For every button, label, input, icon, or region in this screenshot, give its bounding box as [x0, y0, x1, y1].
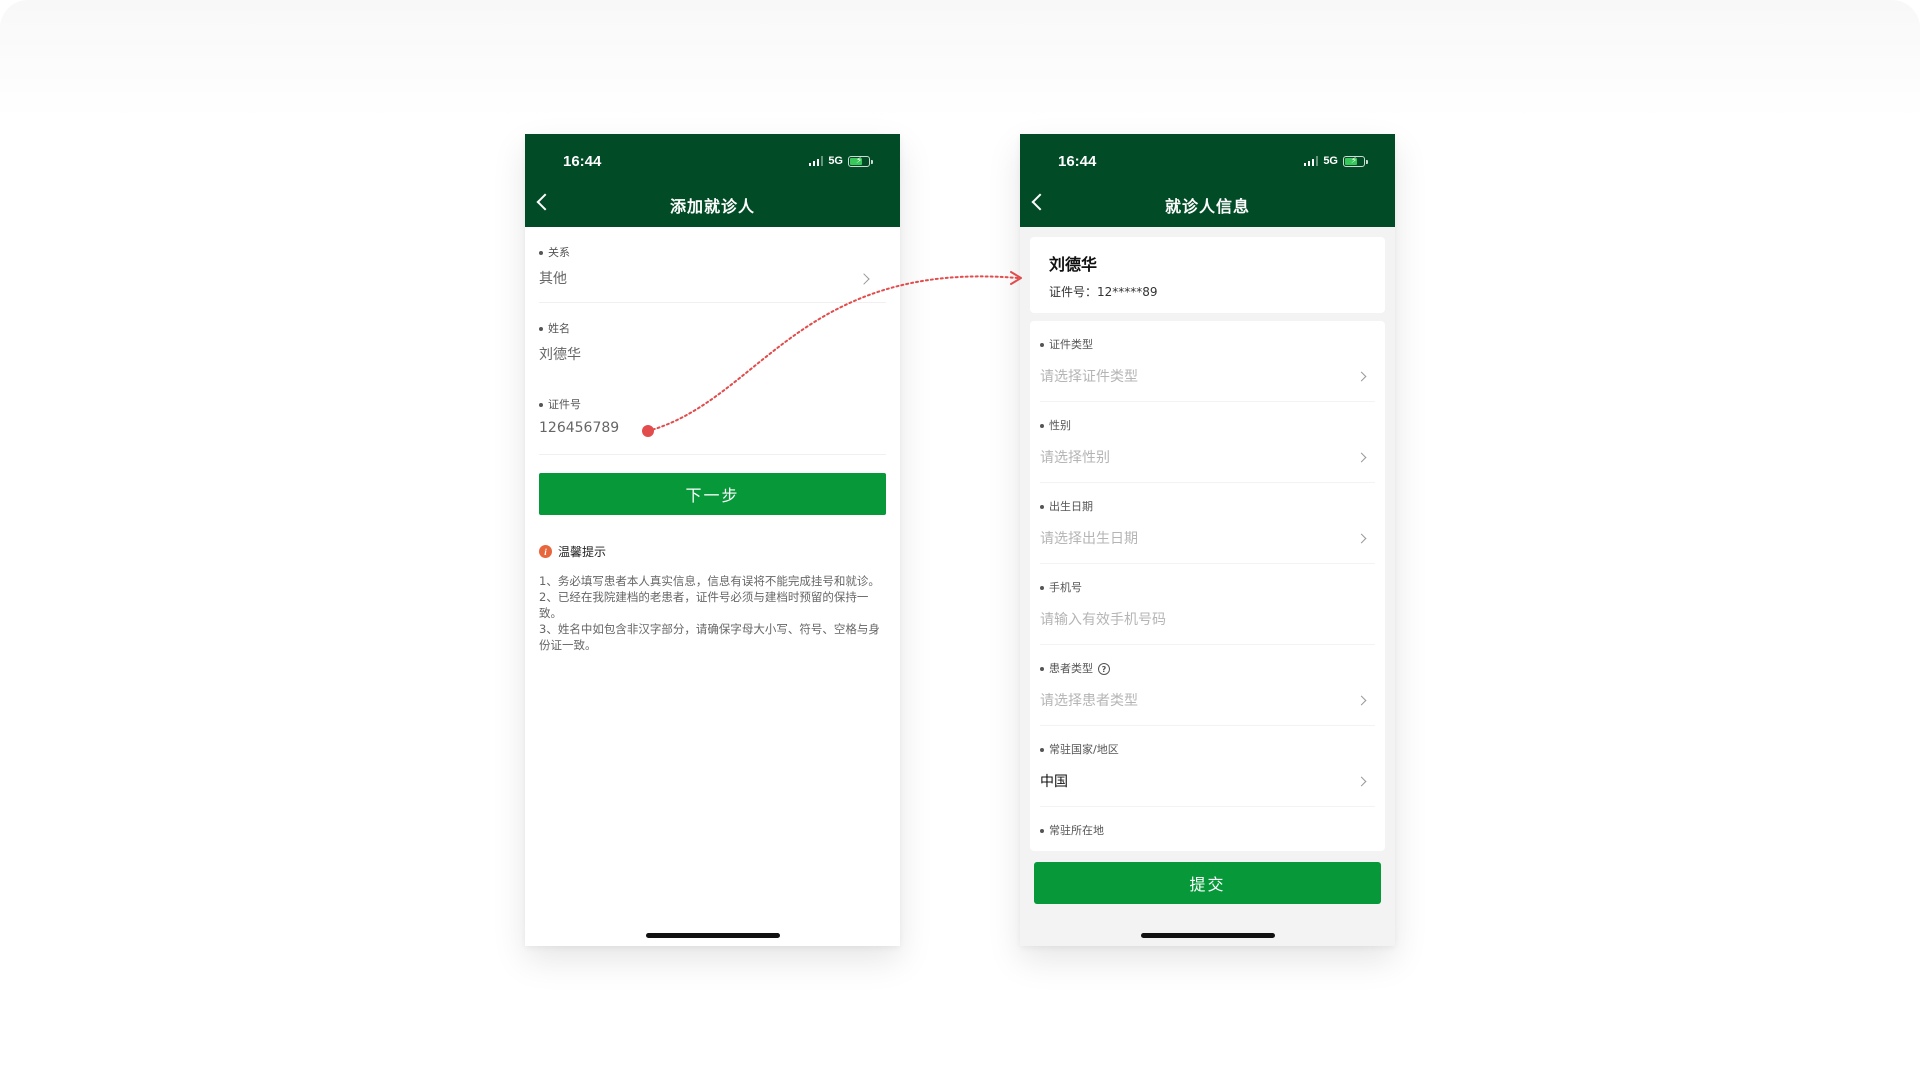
- required-dot: [1040, 748, 1044, 752]
- chevron-right-icon: [1356, 776, 1367, 787]
- field-label: 关系: [539, 244, 570, 260]
- canvas-background: [0, 0, 1920, 1080]
- gender-field[interactable]: 性别 请选择性别: [1040, 402, 1375, 483]
- battery-icon: ⚡: [848, 155, 873, 167]
- field-label: 手机号: [1040, 579, 1082, 595]
- id-number-input[interactable]: 126456789: [539, 420, 619, 436]
- info-icon: i: [539, 545, 552, 558]
- required-dot: [539, 251, 543, 255]
- patient-card: 刘德华 证件号：12*****89: [1030, 237, 1385, 313]
- required-dot: [539, 403, 543, 407]
- country-field[interactable]: 常驻国家/地区 中国: [1040, 726, 1375, 807]
- chevron-right-icon: [1356, 695, 1367, 706]
- phone-field[interactable]: 手机号 请输入有效手机号码: [1040, 564, 1375, 645]
- id-type-field[interactable]: 证件类型 请选择证件类型: [1040, 321, 1375, 402]
- header: 16:44 5G ⚡ 添加就诊人: [525, 134, 900, 227]
- field-label: 出生日期: [1040, 498, 1093, 514]
- field-label: 常驻所在地: [1040, 822, 1104, 838]
- field-label: 证件号: [539, 396, 581, 412]
- chevron-right-icon: [1356, 533, 1367, 544]
- phone-input[interactable]: 请输入有效手机号码: [1040, 609, 1166, 629]
- id-number-field[interactable]: 证件号 126456789: [539, 379, 886, 455]
- residence-field[interactable]: 常驻所在地: [1040, 807, 1375, 851]
- signal-icon: [1303, 156, 1319, 166]
- id-type-select[interactable]: 请选择证件类型: [1040, 366, 1138, 386]
- signal-icon: [808, 156, 824, 166]
- required-dot: [1040, 667, 1044, 671]
- required-dot: [1040, 586, 1044, 590]
- name-input[interactable]: 刘德华: [539, 344, 581, 364]
- required-dot: [1040, 829, 1044, 833]
- patient-form: 证件类型 请选择证件类型 性别 请选择性别 出生日期 请选择出生日期 手机号 请…: [1030, 321, 1385, 851]
- patient-id: 证件号：12*****89: [1049, 285, 1158, 299]
- phone-add-patient: 16:44 5G ⚡ 添加就诊人 关系 其他 姓名 刘德华 证件号 126456…: [525, 134, 900, 946]
- required-dot: [1040, 424, 1044, 428]
- birth-date-field[interactable]: 出生日期 请选择出生日期: [1040, 483, 1375, 564]
- tips-header: i 温馨提示: [539, 543, 886, 560]
- status-time: 16:44: [563, 153, 602, 170]
- required-dot: [539, 327, 543, 331]
- page-title: 添加就诊人: [669, 197, 755, 216]
- status-time: 16:44: [1058, 153, 1097, 170]
- help-icon[interactable]: ?: [1098, 663, 1110, 675]
- tips-section: i 温馨提示 1、务必填写患者本人真实信息，信息有误将不能完成挂号和就诊。 2、…: [539, 543, 886, 653]
- network-label: 5G: [828, 155, 843, 167]
- required-dot: [1040, 505, 1044, 509]
- chevron-right-icon: [1356, 452, 1367, 463]
- home-indicator[interactable]: [1141, 933, 1275, 938]
- relation-value: 其他: [539, 271, 567, 287]
- birth-date-select[interactable]: 请选择出生日期: [1040, 528, 1138, 548]
- submit-button[interactable]: 提交: [1034, 862, 1381, 904]
- tip-line: 3、姓名中如包含非汉字部分，请确保字母大小写、符号、空格与身份证一致。: [539, 622, 880, 652]
- chevron-right-icon: [1356, 371, 1367, 382]
- tips-body: 1、务必填写患者本人真实信息，信息有误将不能完成挂号和就诊。 2、已经在我院建档…: [539, 573, 886, 653]
- field-label: 患者类型?: [1040, 660, 1110, 676]
- field-label: 性别: [1040, 417, 1071, 433]
- field-label: 证件类型: [1040, 336, 1093, 352]
- tip-line: 1、务必填写患者本人真实信息，信息有误将不能完成挂号和就诊。: [539, 574, 880, 588]
- required-dot: [1040, 343, 1044, 347]
- relation-field[interactable]: 关系 其他: [539, 227, 886, 303]
- field-label: 姓名: [539, 320, 570, 336]
- patient-type-field[interactable]: 患者类型? 请选择患者类型: [1040, 645, 1375, 726]
- network-label: 5G: [1323, 155, 1338, 167]
- country-select[interactable]: 中国: [1040, 771, 1068, 791]
- status-indicators: 5G ⚡: [808, 155, 873, 167]
- patient-name: 刘德华: [1049, 255, 1098, 274]
- home-indicator[interactable]: [646, 933, 780, 938]
- tips-title: 温馨提示: [558, 545, 607, 559]
- header: 16:44 5G ⚡ 就诊人信息: [1020, 134, 1395, 227]
- chevron-right-icon: [858, 273, 870, 285]
- gender-select[interactable]: 请选择性别: [1040, 447, 1110, 467]
- battery-icon: ⚡: [1343, 155, 1368, 167]
- name-field[interactable]: 姓名 刘德华: [539, 303, 886, 379]
- next-step-button[interactable]: 下一步: [539, 473, 886, 515]
- field-label: 常驻国家/地区: [1040, 741, 1119, 757]
- page-title: 就诊人信息: [1164, 197, 1250, 216]
- phone-patient-info: 16:44 5G ⚡ 就诊人信息 刘德华 证件号：12*****89 证件类型 …: [1020, 134, 1395, 946]
- status-indicators: 5G ⚡: [1303, 155, 1368, 167]
- patient-type-select[interactable]: 请选择患者类型: [1040, 690, 1138, 710]
- tip-line: 2、已经在我院建档的老患者，证件号必须与建档时预留的保持一致。: [539, 590, 869, 620]
